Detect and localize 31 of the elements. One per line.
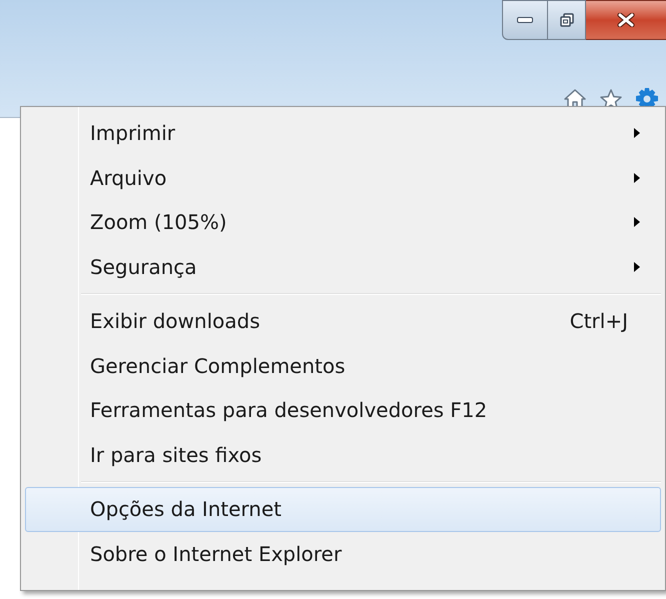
restore-button[interactable] bbox=[548, 0, 586, 40]
minimize-icon bbox=[517, 17, 533, 23]
menu-item-label: Segurança bbox=[90, 254, 198, 281]
menu-item-label: Zoom (105%) bbox=[90, 209, 228, 236]
submenu-arrow-icon bbox=[634, 128, 640, 138]
menu-item-label: Exibir downloads bbox=[90, 308, 261, 336]
menu-item[interactable]: Exibir downloads Ctrl+J bbox=[25, 299, 661, 344]
shortcut-label: Ctrl+J bbox=[570, 308, 628, 336]
submenu-arrow-icon bbox=[634, 172, 640, 183]
menu-item[interactable]: Opções da Internet bbox=[25, 487, 661, 532]
menu-item-label: Imprimir bbox=[90, 120, 176, 148]
menu-item-label: Ir para sites fixos bbox=[90, 442, 263, 469]
minimize-button[interactable] bbox=[502, 0, 548, 40]
submenu-arrow-icon bbox=[634, 217, 640, 228]
menu-item[interactable]: Segurança bbox=[25, 244, 661, 289]
menu-item-label: Arquivo bbox=[90, 164, 168, 192]
menu-item-label: Gerenciar Complementos bbox=[90, 352, 346, 380]
menu-item[interactable]: Sobre o Internet Explorer bbox=[25, 532, 661, 576]
menu-item[interactable]: Imprimir bbox=[25, 111, 661, 156]
menu-item[interactable]: Arquivo bbox=[25, 156, 661, 200]
menu-item[interactable]: Zoom (105%) bbox=[25, 200, 661, 244]
menu-item[interactable]: Ferramentas para desenvolvedores F12 bbox=[25, 388, 661, 432]
submenu-arrow-icon bbox=[634, 262, 640, 272]
menu-item-label: Opções da Internet bbox=[90, 496, 282, 524]
menu-item[interactable]: Ir para sites fixos bbox=[25, 432, 661, 477]
menu-item[interactable]: Gerenciar Complementos bbox=[25, 344, 661, 388]
menu-item-label: Sobre o Internet Explorer bbox=[90, 540, 343, 568]
close-button[interactable] bbox=[586, 0, 666, 40]
restore-icon bbox=[560, 13, 574, 27]
close-icon bbox=[617, 13, 635, 27]
menu-item-label: Ferramentas para desenvolvedores F12 bbox=[90, 397, 488, 424]
